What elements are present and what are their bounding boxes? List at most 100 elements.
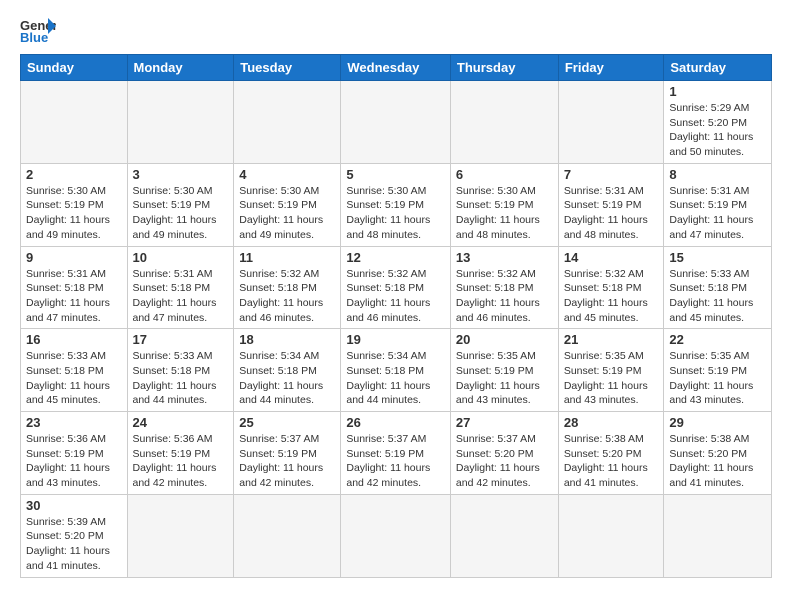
- week-row-5: 30Sunrise: 5:39 AM Sunset: 5:20 PM Dayli…: [21, 494, 772, 577]
- day-info: Sunrise: 5:35 AM Sunset: 5:19 PM Dayligh…: [669, 349, 766, 408]
- day-info: Sunrise: 5:32 AM Sunset: 5:18 PM Dayligh…: [346, 267, 445, 326]
- day-info: Sunrise: 5:33 AM Sunset: 5:18 PM Dayligh…: [669, 267, 766, 326]
- calendar-cell: 17Sunrise: 5:33 AM Sunset: 5:18 PM Dayli…: [127, 329, 234, 412]
- day-info: Sunrise: 5:34 AM Sunset: 5:18 PM Dayligh…: [346, 349, 445, 408]
- calendar-cell: [127, 81, 234, 164]
- calendar-cell: 2 Sunrise: 5:30 AM Sunset: 5:19 PM Daylig…: [21, 163, 128, 246]
- day-info: Sunrise: 5:32 AM Sunset: 5:18 PM Dayligh…: [564, 267, 659, 326]
- day-number: 3: [133, 167, 229, 182]
- week-row-0: 1Sunrise: 5:29 AM Sunset: 5:20 PM Daylig…: [21, 81, 772, 164]
- calendar-cell: 5 Sunrise: 5:30 AM Sunset: 5:19 PM Daylig…: [341, 163, 451, 246]
- calendar-cell: 6 Sunrise: 5:30 AM Sunset: 5:19 PM Daylig…: [450, 163, 558, 246]
- week-row-4: 23 Sunrise: 5:36 AM Sunset: 5:19 PM Dayli…: [21, 412, 772, 495]
- calendar-cell: 10Sunrise: 5:31 AM Sunset: 5:18 PM Dayli…: [127, 246, 234, 329]
- calendar-cell: 14 Sunrise: 5:32 AM Sunset: 5:18 PM Dayli…: [558, 246, 664, 329]
- day-info: Sunrise: 5:36 AM Sunset: 5:19 PM Dayligh…: [133, 432, 229, 491]
- day-number: 24: [133, 415, 229, 430]
- calendar-cell: 15 Sunrise: 5:33 AM Sunset: 5:18 PM Dayli…: [664, 246, 772, 329]
- svg-text:Blue: Blue: [20, 30, 48, 44]
- day-info: Sunrise: 5:30 AM Sunset: 5:19 PM Dayligh…: [133, 184, 229, 243]
- day-number: 25: [239, 415, 335, 430]
- calendar-cell: 3 Sunrise: 5:30 AM Sunset: 5:19 PM Daylig…: [127, 163, 234, 246]
- calendar-cell: 25 Sunrise: 5:37 AM Sunset: 5:19 PM Dayli…: [234, 412, 341, 495]
- day-info: Sunrise: 5:31 AM Sunset: 5:19 PM Dayligh…: [669, 184, 766, 243]
- day-number: 6: [456, 167, 553, 182]
- weekday-header-sunday: Sunday: [21, 55, 128, 81]
- calendar-cell: [450, 81, 558, 164]
- day-number: 19: [346, 332, 445, 347]
- day-number: 7: [564, 167, 659, 182]
- calendar-cell: 24 Sunrise: 5:36 AM Sunset: 5:19 PM Dayli…: [127, 412, 234, 495]
- day-info: Sunrise: 5:35 AM Sunset: 5:19 PM Dayligh…: [564, 349, 659, 408]
- calendar-cell: 7 Sunrise: 5:31 AM Sunset: 5:19 PM Daylig…: [558, 163, 664, 246]
- calendar-cell: [558, 494, 664, 577]
- calendar-table: SundayMondayTuesdayWednesdayThursdayFrid…: [20, 54, 772, 578]
- day-number: 14: [564, 250, 659, 265]
- day-number: 27: [456, 415, 553, 430]
- day-number: 2: [26, 167, 122, 182]
- day-info: Sunrise: 5:37 AM Sunset: 5:20 PM Dayligh…: [456, 432, 553, 491]
- day-number: 17: [133, 332, 229, 347]
- day-number: 8: [669, 167, 766, 182]
- day-number: 22: [669, 332, 766, 347]
- day-info: Sunrise: 5:34 AM Sunset: 5:18 PM Dayligh…: [239, 349, 335, 408]
- day-info: Sunrise: 5:33 AM Sunset: 5:18 PM Dayligh…: [26, 349, 122, 408]
- weekday-header-tuesday: Tuesday: [234, 55, 341, 81]
- calendar-cell: [234, 494, 341, 577]
- day-number: 5: [346, 167, 445, 182]
- calendar-cell: 27 Sunrise: 5:37 AM Sunset: 5:20 PM Dayli…: [450, 412, 558, 495]
- day-number: 4: [239, 167, 335, 182]
- calendar-cell: 21 Sunrise: 5:35 AM Sunset: 5:19 PM Dayli…: [558, 329, 664, 412]
- day-info: Sunrise: 5:37 AM Sunset: 5:19 PM Dayligh…: [239, 432, 335, 491]
- day-info: Sunrise: 5:30 AM Sunset: 5:19 PM Dayligh…: [26, 184, 122, 243]
- calendar-cell: 22 Sunrise: 5:35 AM Sunset: 5:19 PM Dayli…: [664, 329, 772, 412]
- calendar-cell: 29Sunrise: 5:38 AM Sunset: 5:20 PM Dayli…: [664, 412, 772, 495]
- day-info: Sunrise: 5:30 AM Sunset: 5:19 PM Dayligh…: [456, 184, 553, 243]
- calendar-cell: [127, 494, 234, 577]
- calendar-cell: 4 Sunrise: 5:30 AM Sunset: 5:19 PM Daylig…: [234, 163, 341, 246]
- weekday-header-row: SundayMondayTuesdayWednesdayThursdayFrid…: [21, 55, 772, 81]
- calendar-cell: [341, 494, 451, 577]
- calendar-cell: 9 Sunrise: 5:31 AM Sunset: 5:18 PM Daylig…: [21, 246, 128, 329]
- day-info: Sunrise: 5:36 AM Sunset: 5:19 PM Dayligh…: [26, 432, 122, 491]
- calendar-cell: [450, 494, 558, 577]
- day-info: Sunrise: 5:29 AM Sunset: 5:20 PM Dayligh…: [669, 101, 766, 160]
- calendar-cell: [341, 81, 451, 164]
- calendar-cell: 23 Sunrise: 5:36 AM Sunset: 5:19 PM Dayli…: [21, 412, 128, 495]
- weekday-header-monday: Monday: [127, 55, 234, 81]
- logo-icon: General Blue: [20, 16, 56, 44]
- day-number: 12: [346, 250, 445, 265]
- day-number: 15: [669, 250, 766, 265]
- calendar-cell: [21, 81, 128, 164]
- week-row-2: 9 Sunrise: 5:31 AM Sunset: 5:18 PM Daylig…: [21, 246, 772, 329]
- day-info: Sunrise: 5:31 AM Sunset: 5:18 PM Dayligh…: [26, 267, 122, 326]
- day-number: 26: [346, 415, 445, 430]
- weekday-header-saturday: Saturday: [664, 55, 772, 81]
- logo: General Blue: [20, 16, 42, 44]
- day-number: 23: [26, 415, 122, 430]
- day-info: Sunrise: 5:31 AM Sunset: 5:18 PM Dayligh…: [133, 267, 229, 326]
- day-info: Sunrise: 5:30 AM Sunset: 5:19 PM Dayligh…: [239, 184, 335, 243]
- calendar-cell: 1Sunrise: 5:29 AM Sunset: 5:20 PM Daylig…: [664, 81, 772, 164]
- day-info: Sunrise: 5:35 AM Sunset: 5:19 PM Dayligh…: [456, 349, 553, 408]
- day-info: Sunrise: 5:39 AM Sunset: 5:20 PM Dayligh…: [26, 515, 122, 574]
- calendar-cell: [664, 494, 772, 577]
- day-info: Sunrise: 5:30 AM Sunset: 5:19 PM Dayligh…: [346, 184, 445, 243]
- calendar-cell: 26Sunrise: 5:37 AM Sunset: 5:19 PM Dayli…: [341, 412, 451, 495]
- calendar-cell: 13Sunrise: 5:32 AM Sunset: 5:18 PM Dayli…: [450, 246, 558, 329]
- day-info: Sunrise: 5:38 AM Sunset: 5:20 PM Dayligh…: [564, 432, 659, 491]
- weekday-header-thursday: Thursday: [450, 55, 558, 81]
- day-number: 20: [456, 332, 553, 347]
- calendar-cell: 28 Sunrise: 5:38 AM Sunset: 5:20 PM Dayli…: [558, 412, 664, 495]
- day-number: 11: [239, 250, 335, 265]
- day-number: 21: [564, 332, 659, 347]
- weekday-header-wednesday: Wednesday: [341, 55, 451, 81]
- day-info: Sunrise: 5:32 AM Sunset: 5:18 PM Dayligh…: [239, 267, 335, 326]
- day-number: 28: [564, 415, 659, 430]
- calendar-cell: 12 Sunrise: 5:32 AM Sunset: 5:18 PM Dayli…: [341, 246, 451, 329]
- day-number: 18: [239, 332, 335, 347]
- page-header: General Blue: [20, 16, 772, 44]
- day-number: 9: [26, 250, 122, 265]
- day-info: Sunrise: 5:31 AM Sunset: 5:19 PM Dayligh…: [564, 184, 659, 243]
- calendar-cell: 20 Sunrise: 5:35 AM Sunset: 5:19 PM Dayli…: [450, 329, 558, 412]
